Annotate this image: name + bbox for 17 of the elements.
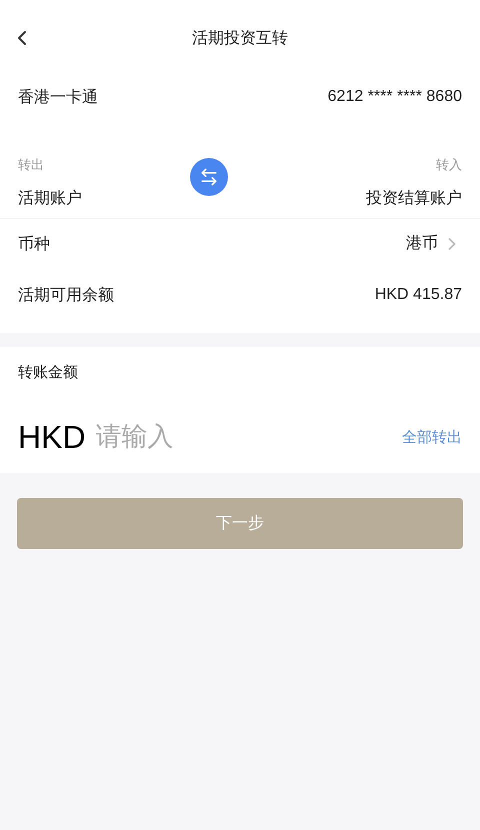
from-account: 活期账户: [18, 186, 82, 208]
amount-field[interactable]: 请输入: [96, 418, 402, 456]
transfer-all-link[interactable]: 全部转出: [402, 426, 462, 448]
amount-label: 转账金额: [18, 362, 79, 382]
row-label: 币种: [18, 233, 50, 255]
page-title: 活期投资互转: [192, 27, 288, 49]
card-number: 6212 **** **** 8680: [328, 87, 462, 107]
swap-button[interactable]: [190, 158, 228, 196]
currency-code: HKD: [18, 418, 86, 457]
to-account: 投资结算账户: [366, 186, 462, 208]
swap-arrows-icon: [199, 166, 219, 187]
to-label: 转入: [436, 157, 462, 175]
row-label: 活期可用余额: [18, 284, 114, 306]
from-label: 转出: [18, 157, 45, 175]
card-name: 香港一卡通: [18, 86, 98, 108]
row-value: HKD 415.87: [374, 285, 462, 305]
row-value: 港币: [406, 234, 438, 254]
